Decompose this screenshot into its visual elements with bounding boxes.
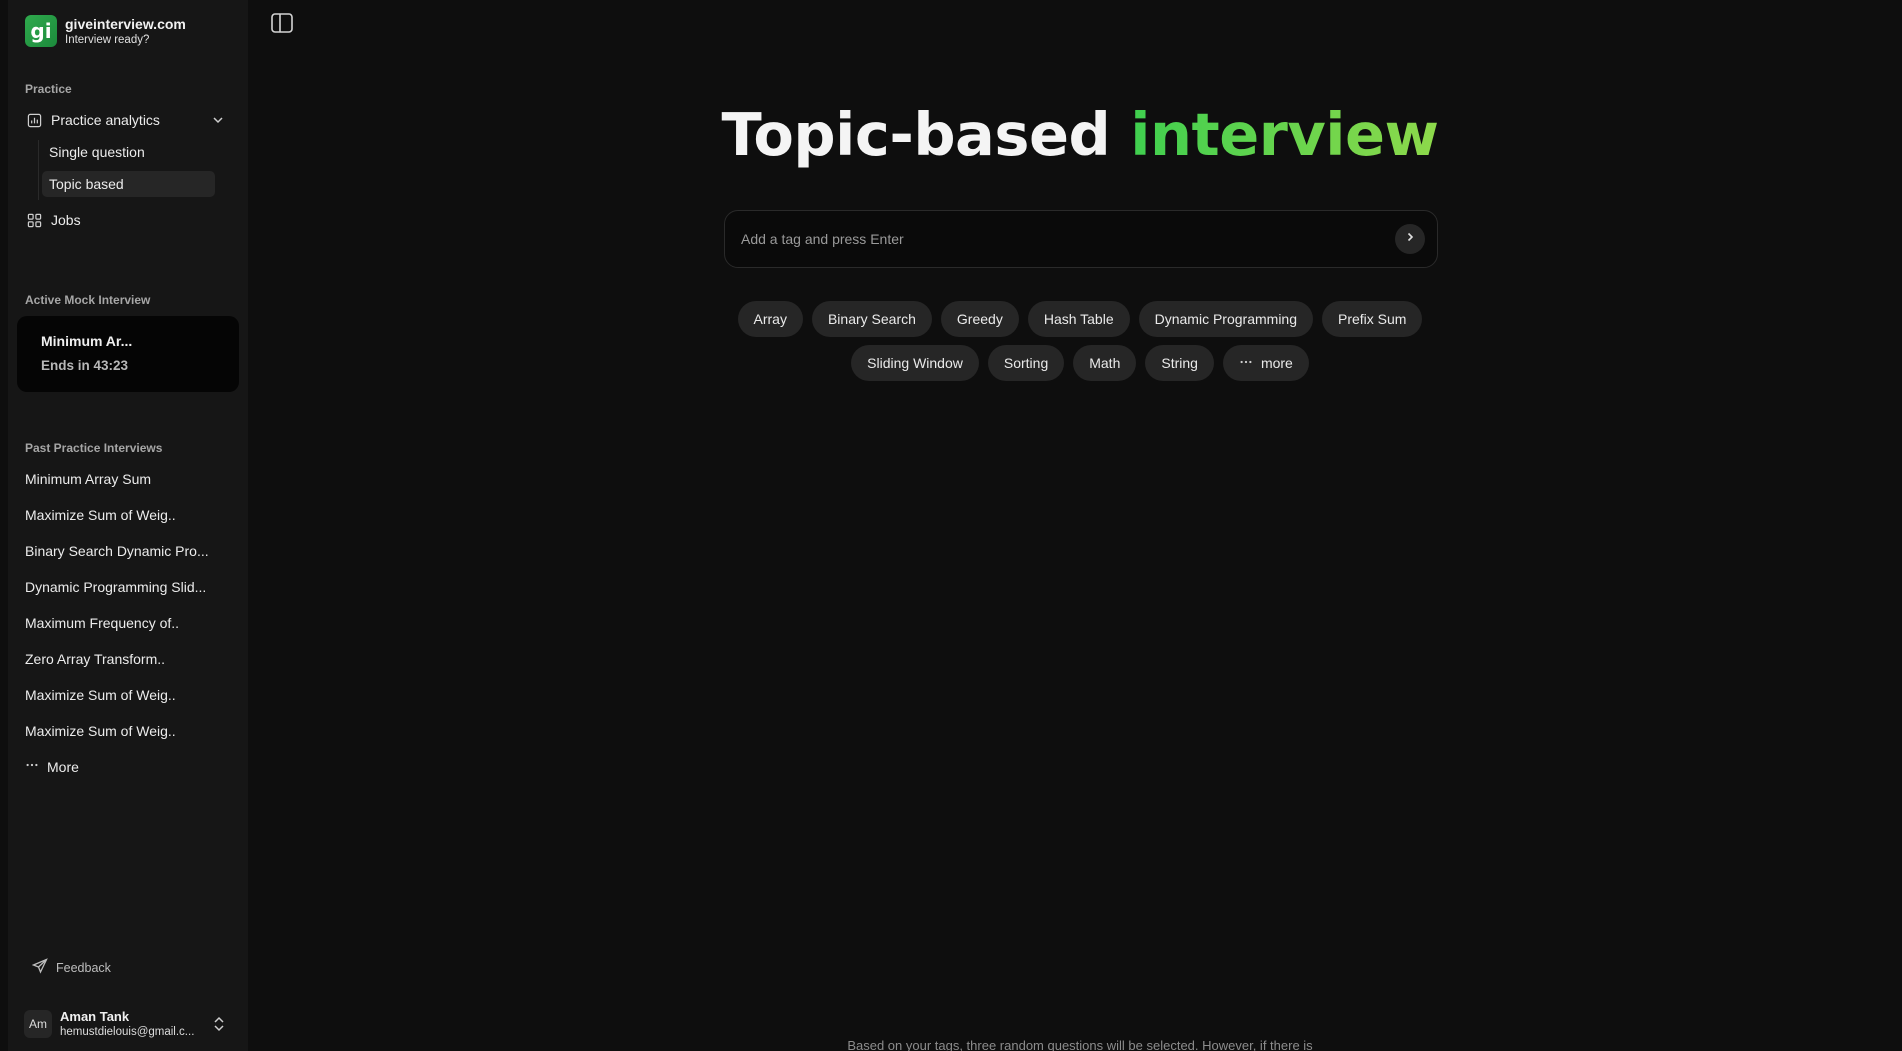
ellipsis-icon [25, 758, 39, 775]
tag-chip[interactable]: Dynamic Programming [1138, 301, 1313, 337]
sidebar-item-jobs[interactable]: Jobs [22, 206, 234, 234]
sidebar-toggle-button[interactable] [270, 12, 294, 34]
practice-section-label: Practice [25, 82, 72, 96]
tag-chip[interactable]: Math [1073, 345, 1137, 381]
chevrons-up-down-icon [212, 1016, 226, 1037]
send-icon [31, 958, 48, 977]
jobs-label: Jobs [51, 212, 81, 228]
chevron-right-icon [1404, 230, 1416, 248]
feedback-label: Feedback [56, 960, 111, 975]
past-interview-item[interactable]: Maximum Frequency of.. [25, 615, 179, 631]
past-interview-item[interactable]: Maximize Sum of Weig.. [25, 507, 176, 523]
brand-logo: gi [25, 15, 57, 47]
page-title: Topic-based interview [0, 100, 1902, 169]
grid-icon [26, 212, 42, 228]
avatar: Am [24, 1010, 52, 1038]
page-title-part1: Topic-based [721, 100, 1111, 169]
past-interview-item[interactable]: Maximize Sum of Weig.. [25, 687, 176, 703]
tag-chip[interactable]: Sliding Window [851, 345, 979, 381]
more-label: More [47, 758, 79, 775]
user-name: Aman Tank [60, 1009, 130, 1024]
feedback-button[interactable]: Feedback [31, 958, 111, 977]
brand-tagline: Interview ready? [65, 33, 150, 46]
past-interview-item[interactable]: Binary Search Dynamic Pro... [25, 543, 209, 559]
page-title-part2: interview [1130, 100, 1439, 169]
user-email: hemustdielouis@gmail.c... [60, 1026, 195, 1038]
ellipsis-icon [1239, 355, 1253, 372]
more-past-button[interactable]: More [25, 758, 79, 775]
past-section-label: Past Practice Interviews [25, 441, 163, 455]
tag-search-box [724, 210, 1438, 268]
past-interview-item[interactable]: Zero Array Transform.. [25, 651, 165, 667]
sidebar-item-topic-based[interactable]: Topic based [42, 171, 215, 197]
brand-name: giveinterview.com [65, 15, 186, 32]
tag-suggestions-row-1: Array Binary Search Greedy Hash Table Dy… [0, 301, 1902, 337]
tag-suggestions-row-2: Sliding Window Sorting Math String more [0, 345, 1902, 381]
brand[interactable]: gi giveinterview.com Interview ready? [25, 15, 186, 47]
past-interview-item[interactable]: Dynamic Programming Slid... [25, 579, 206, 595]
past-interview-item[interactable]: Maximize Sum of Weig.. [25, 723, 176, 739]
tag-chip[interactable]: Greedy [940, 301, 1019, 337]
tag-chip[interactable]: Array [737, 301, 803, 337]
tag-chip[interactable]: Binary Search [811, 301, 932, 337]
more-tags-button[interactable]: more [1222, 345, 1309, 381]
submit-button[interactable] [1395, 224, 1425, 254]
more-tags-label: more [1260, 355, 1293, 371]
tag-chip[interactable]: Sorting [987, 345, 1065, 381]
tag-chip[interactable]: Hash Table [1027, 301, 1130, 337]
tag-chip[interactable]: Prefix Sum [1322, 301, 1423, 337]
tag-chip[interactable]: String [1145, 345, 1214, 381]
tag-input[interactable] [725, 211, 1395, 267]
footnote: Based on your tags, three random questio… [847, 1038, 1313, 1051]
past-interview-item[interactable]: Minimum Array Sum [25, 471, 151, 487]
